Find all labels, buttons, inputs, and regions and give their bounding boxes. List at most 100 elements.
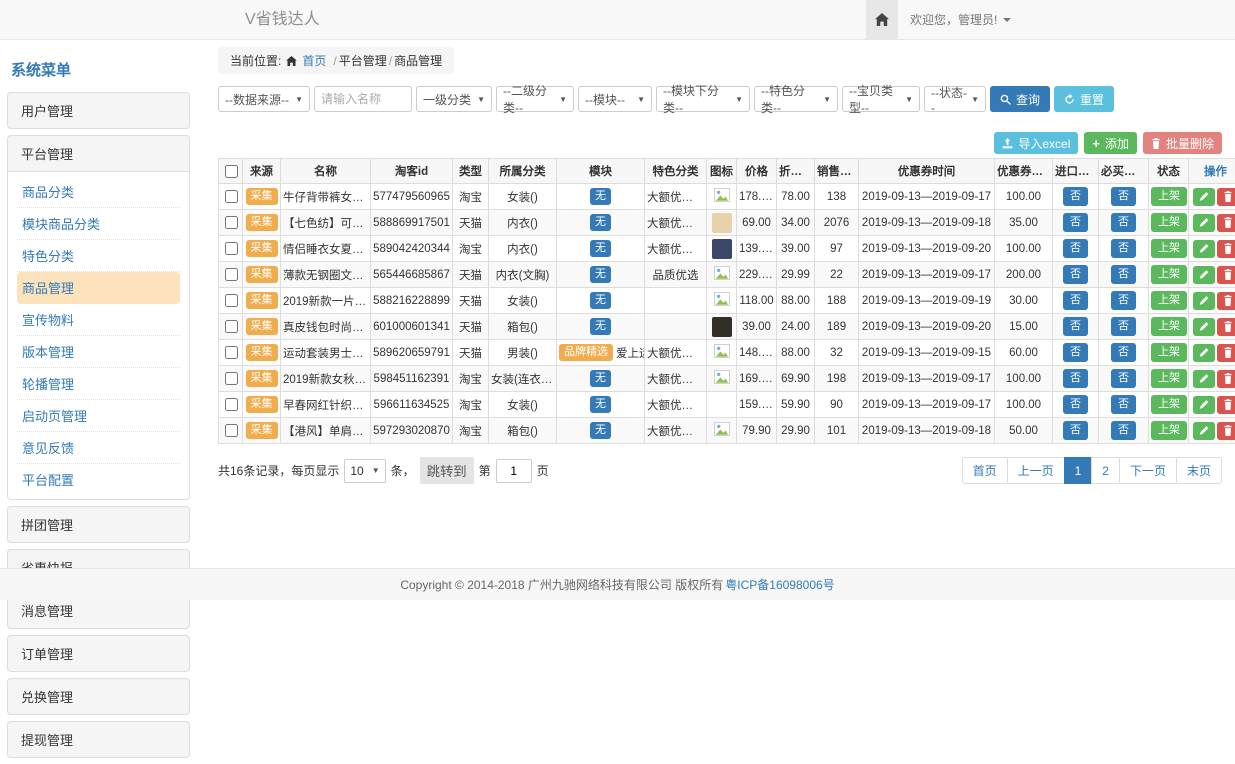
page-button[interactable]: 上一页 [1007,457,1065,484]
sidebar-group-heading[interactable]: 用户管理 [8,93,189,128]
filter-select[interactable]: --二级分类--▼ [496,86,574,112]
status-badge[interactable]: 上架 [1151,343,1187,363]
module-badge[interactable]: 无 [590,292,611,310]
sidebar-group-heading[interactable]: 平台管理 [8,136,189,171]
status-badge[interactable]: 上架 [1151,187,1187,207]
module-badge[interactable]: 无 [590,214,611,232]
select-all-checkbox[interactable] [225,165,238,178]
must-buy-toggle[interactable]: 否 [1111,421,1136,441]
user-menu[interactable]: 欢迎您，管理员! [898,0,1023,39]
status-badge[interactable]: 上架 [1151,265,1187,285]
status-badge[interactable]: 上架 [1151,239,1187,259]
edit-button[interactable] [1193,292,1215,310]
status-badge[interactable]: 上架 [1151,421,1187,441]
delete-button[interactable] [1217,214,1235,232]
reset-button[interactable]: 重置 [1054,86,1114,112]
filter-select[interactable]: --数据来源--▼ [218,86,310,112]
must-buy-toggle[interactable]: 否 [1111,239,1136,259]
import-select-toggle[interactable]: 否 [1063,213,1088,233]
row-checkbox[interactable] [225,398,238,411]
page-button[interactable]: 1 [1064,457,1093,484]
batch-delete-button[interactable]: 批量删除 [1143,132,1222,154]
breadcrumb-home-link[interactable]: 首页 [302,52,326,69]
status-badge[interactable]: 上架 [1151,291,1187,311]
module-badge[interactable]: 品牌精选 [559,344,613,362]
page-button[interactable]: 下一页 [1119,457,1177,484]
page-number-input[interactable] [496,459,532,483]
edit-button[interactable] [1193,344,1215,362]
module-badge[interactable]: 无 [590,318,611,336]
delete-button[interactable] [1217,188,1235,206]
row-checkbox[interactable] [225,216,238,229]
filter-select[interactable]: --模块--▼ [578,86,652,112]
module-badge[interactable]: 无 [590,240,611,258]
must-buy-toggle[interactable]: 否 [1111,265,1136,285]
sidebar-subitem[interactable]: 版本管理 [17,336,180,368]
delete-button[interactable] [1217,370,1235,388]
sidebar-subitem[interactable]: 启动页管理 [17,400,180,432]
must-buy-toggle[interactable]: 否 [1111,291,1136,311]
page-button[interactable]: 首页 [962,457,1008,484]
status-badge[interactable]: 上架 [1151,395,1187,415]
module-badge[interactable]: 无 [590,266,611,284]
row-checkbox[interactable] [225,372,238,385]
sidebar-group-heading[interactable]: 订单管理 [8,636,189,671]
module-badge[interactable]: 无 [590,188,611,206]
import-select-toggle[interactable]: 否 [1063,395,1088,415]
must-buy-toggle[interactable]: 否 [1111,395,1136,415]
page-button[interactable]: 末页 [1176,457,1222,484]
filter-select[interactable]: 一级分类▼ [416,86,492,112]
row-checkbox[interactable] [225,268,238,281]
row-checkbox[interactable] [225,346,238,359]
sidebar-subitem[interactable]: 平台配置 [17,464,180,495]
name-search-input[interactable] [314,86,412,112]
row-checkbox[interactable] [225,242,238,255]
delete-button[interactable] [1217,266,1235,284]
page-button[interactable]: 2 [1091,457,1120,484]
delete-button[interactable] [1217,292,1235,310]
edit-button[interactable] [1193,214,1215,232]
delete-button[interactable] [1217,422,1235,440]
add-button[interactable]: + 添加 [1084,132,1137,154]
sidebar-subitem[interactable]: 商品管理 [17,272,180,304]
import-select-toggle[interactable]: 否 [1063,239,1088,259]
import-select-toggle[interactable]: 否 [1063,187,1088,207]
import-select-toggle[interactable]: 否 [1063,369,1088,389]
filter-select[interactable]: --模块下分类--▼ [656,86,750,112]
import-select-toggle[interactable]: 否 [1063,265,1088,285]
row-checkbox[interactable] [225,424,238,437]
row-checkbox[interactable] [225,294,238,307]
status-badge[interactable]: 上架 [1151,369,1187,389]
edit-button[interactable] [1193,396,1215,414]
delete-button[interactable] [1217,240,1235,258]
must-buy-toggle[interactable]: 否 [1111,213,1136,233]
home-button[interactable] [866,0,898,39]
row-checkbox[interactable] [225,320,238,333]
sidebar-subitem[interactable]: 模块商品分类 [17,208,180,240]
must-buy-toggle[interactable]: 否 [1111,369,1136,389]
edit-button[interactable] [1193,240,1215,258]
must-buy-toggle[interactable]: 否 [1111,187,1136,207]
edit-button[interactable] [1193,370,1215,388]
import-select-toggle[interactable]: 否 [1063,317,1088,337]
search-button[interactable]: 查询 [990,86,1050,112]
per-page-select[interactable]: 10 ▼ [344,459,385,483]
sidebar-group-heading[interactable]: 拼团管理 [8,507,189,542]
edit-button[interactable] [1193,188,1215,206]
module-badge[interactable]: 无 [590,422,611,440]
delete-button[interactable] [1217,396,1235,414]
status-badge[interactable]: 上架 [1151,317,1187,337]
filter-select[interactable]: --特色分类--▼ [754,86,838,112]
edit-button[interactable] [1193,266,1215,284]
import-select-toggle[interactable]: 否 [1063,291,1088,311]
sidebar-subitem[interactable]: 轮播管理 [17,368,180,400]
delete-button[interactable] [1217,318,1235,336]
row-checkbox[interactable] [225,190,238,203]
import-excel-button[interactable]: 导入excel [994,132,1078,154]
module-badge[interactable]: 无 [590,370,611,388]
sidebar-subitem[interactable]: 商品分类 [17,176,180,208]
sidebar-subitem[interactable]: 特色分类 [17,240,180,272]
sidebar-group-heading[interactable]: 兑换管理 [8,679,189,714]
jump-to-button[interactable]: 跳转到 [420,457,474,484]
module-badge[interactable]: 无 [590,396,611,414]
